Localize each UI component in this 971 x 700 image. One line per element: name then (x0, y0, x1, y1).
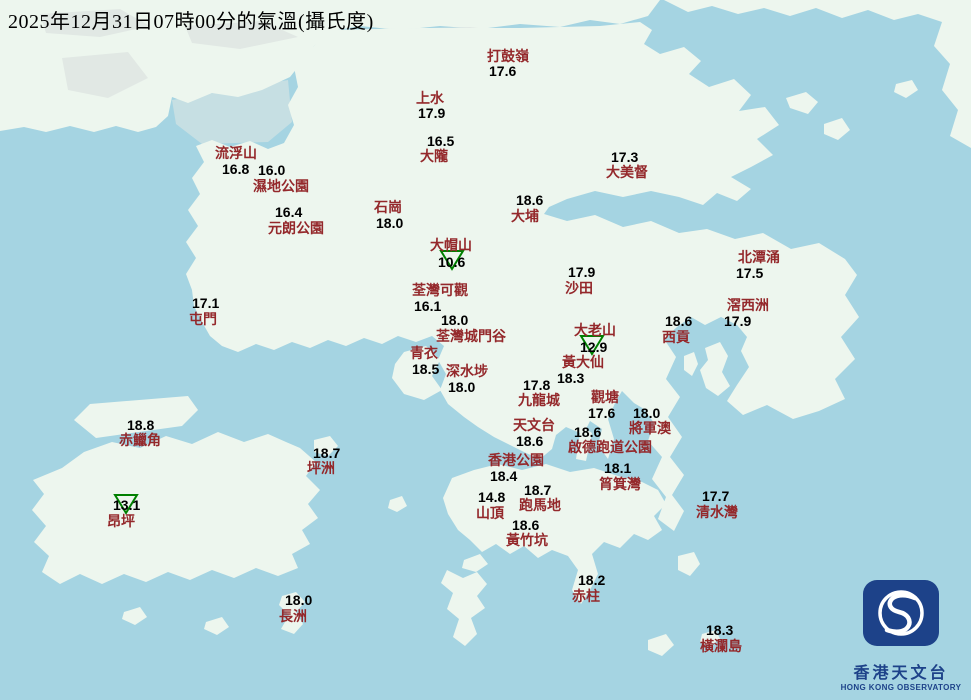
station-name: 大美督 (606, 164, 648, 180)
station-temperature: 18.7 (524, 482, 552, 498)
station-temperature: 18.7 (313, 445, 341, 461)
station-name: 黃大仙 (562, 354, 604, 370)
station-temperature: 10.6 (438, 254, 466, 270)
station-name: 元朗公園 (268, 220, 324, 236)
station-temperature: 17.6 (588, 405, 616, 421)
station-temperature: 17.3 (611, 149, 639, 165)
station-name: 坪洲 (307, 460, 335, 476)
station-name: 清水灣 (696, 504, 738, 520)
station-name: 跑馬地 (519, 497, 561, 513)
station-name: 大老山 (574, 322, 616, 338)
station-name: 深水埗 (446, 363, 488, 379)
stations-layer: 打鼓嶺 17.6 上水 17.9 大隴 16.5 流浮山 16.8 大美督 17.3 濕地公園 16.… (0, 0, 971, 700)
station-name: 荃灣城門谷 (436, 328, 506, 344)
station-name: 昂坪 (107, 513, 135, 529)
station-temperature: 14.8 (478, 489, 506, 505)
station-name: 北潭涌 (738, 249, 780, 265)
station-temperature: 17.9 (724, 313, 752, 329)
station-temperature: 16.5 (427, 133, 455, 149)
station-temperature: 18.3 (706, 622, 734, 638)
station-temperature: 18.6 (574, 424, 602, 440)
station-temperature: 16.0 (258, 162, 286, 178)
hko-logo: 香港天文台 HONG KONG OBSERVATORY (838, 580, 964, 692)
station-temperature: 16.1 (414, 298, 442, 314)
station-name: 長洲 (279, 608, 307, 624)
station-name: 觀塘 (591, 389, 619, 405)
station-temperature: 18.6 (516, 433, 544, 449)
station-name: 荃灣可觀 (412, 282, 468, 298)
station-temperature: 18.6 (516, 192, 544, 208)
station-temperature: 18.6 (665, 313, 693, 329)
station-temperature: 18.0 (448, 379, 476, 395)
station-name: 流浮山 (215, 145, 257, 161)
station-temperature: 18.0 (376, 215, 404, 231)
station-name: 西貢 (662, 329, 690, 345)
hko-logo-name-en: HONG KONG OBSERVATORY (840, 683, 962, 692)
station-temperature: 18.8 (127, 417, 155, 433)
station-name: 石崗 (374, 199, 402, 215)
hko-logo-name-zh: 香港天文台 (853, 665, 949, 682)
station-temperature: 17.6 (489, 63, 517, 79)
station-name: 九龍城 (518, 392, 560, 408)
station-name: 大埔 (511, 208, 539, 224)
station-temperature: 16.4 (275, 204, 303, 220)
station-temperature: 13.1 (113, 497, 141, 513)
station-temperature: 17.9 (568, 264, 596, 280)
station-name: 天文台 (513, 417, 555, 433)
station-temperature: 18.0 (285, 592, 313, 608)
station-temperature: 18.6 (512, 517, 540, 533)
station-name: 黃竹坑 (506, 532, 548, 548)
temperature-map: 2025年12月31日07時00分的氣溫(攝氏度) 打鼓嶺 17.6 上水 17.9 大… (0, 0, 971, 700)
station-temperature: 18.2 (578, 572, 606, 588)
station-name: 山頂 (476, 505, 504, 521)
station-temperature: 17.5 (736, 265, 764, 281)
station-name: 香港公園 (488, 452, 544, 468)
station-name: 滘西洲 (727, 297, 769, 313)
station-temperature: 18.1 (604, 460, 632, 476)
station-temperature: 17.1 (192, 295, 220, 311)
station-name: 筲箕灣 (599, 476, 641, 492)
station-temperature: 18.0 (633, 405, 661, 421)
station-name: 濕地公園 (253, 178, 309, 194)
station-temperature: 17.7 (702, 488, 730, 504)
station-name: 啟德跑道公園 (568, 439, 652, 455)
station-name: 屯門 (189, 311, 217, 327)
station-temperature: 18.5 (412, 361, 440, 377)
hko-logo-icon (863, 580, 939, 646)
station-name: 青衣 (410, 345, 438, 361)
station-temperature: 18.3 (557, 370, 585, 386)
station-temperature: 17.9 (418, 105, 446, 121)
station-name: 大帽山 (430, 237, 472, 253)
station-temperature: 18.0 (441, 312, 469, 328)
station-name: 赤鱲角 (119, 432, 161, 448)
station-name: 大隴 (420, 148, 448, 164)
station-name: 赤柱 (572, 588, 600, 604)
station-name: 將軍澳 (629, 420, 671, 436)
station-temperature: 18.4 (490, 468, 518, 484)
station-temperature: 16.8 (222, 161, 250, 177)
station-temperature: 17.8 (523, 377, 551, 393)
station-name: 沙田 (565, 280, 593, 296)
map-title: 2025年12月31日07時00分的氣溫(攝氏度) (8, 11, 374, 33)
station-name: 橫瀾島 (700, 638, 742, 654)
